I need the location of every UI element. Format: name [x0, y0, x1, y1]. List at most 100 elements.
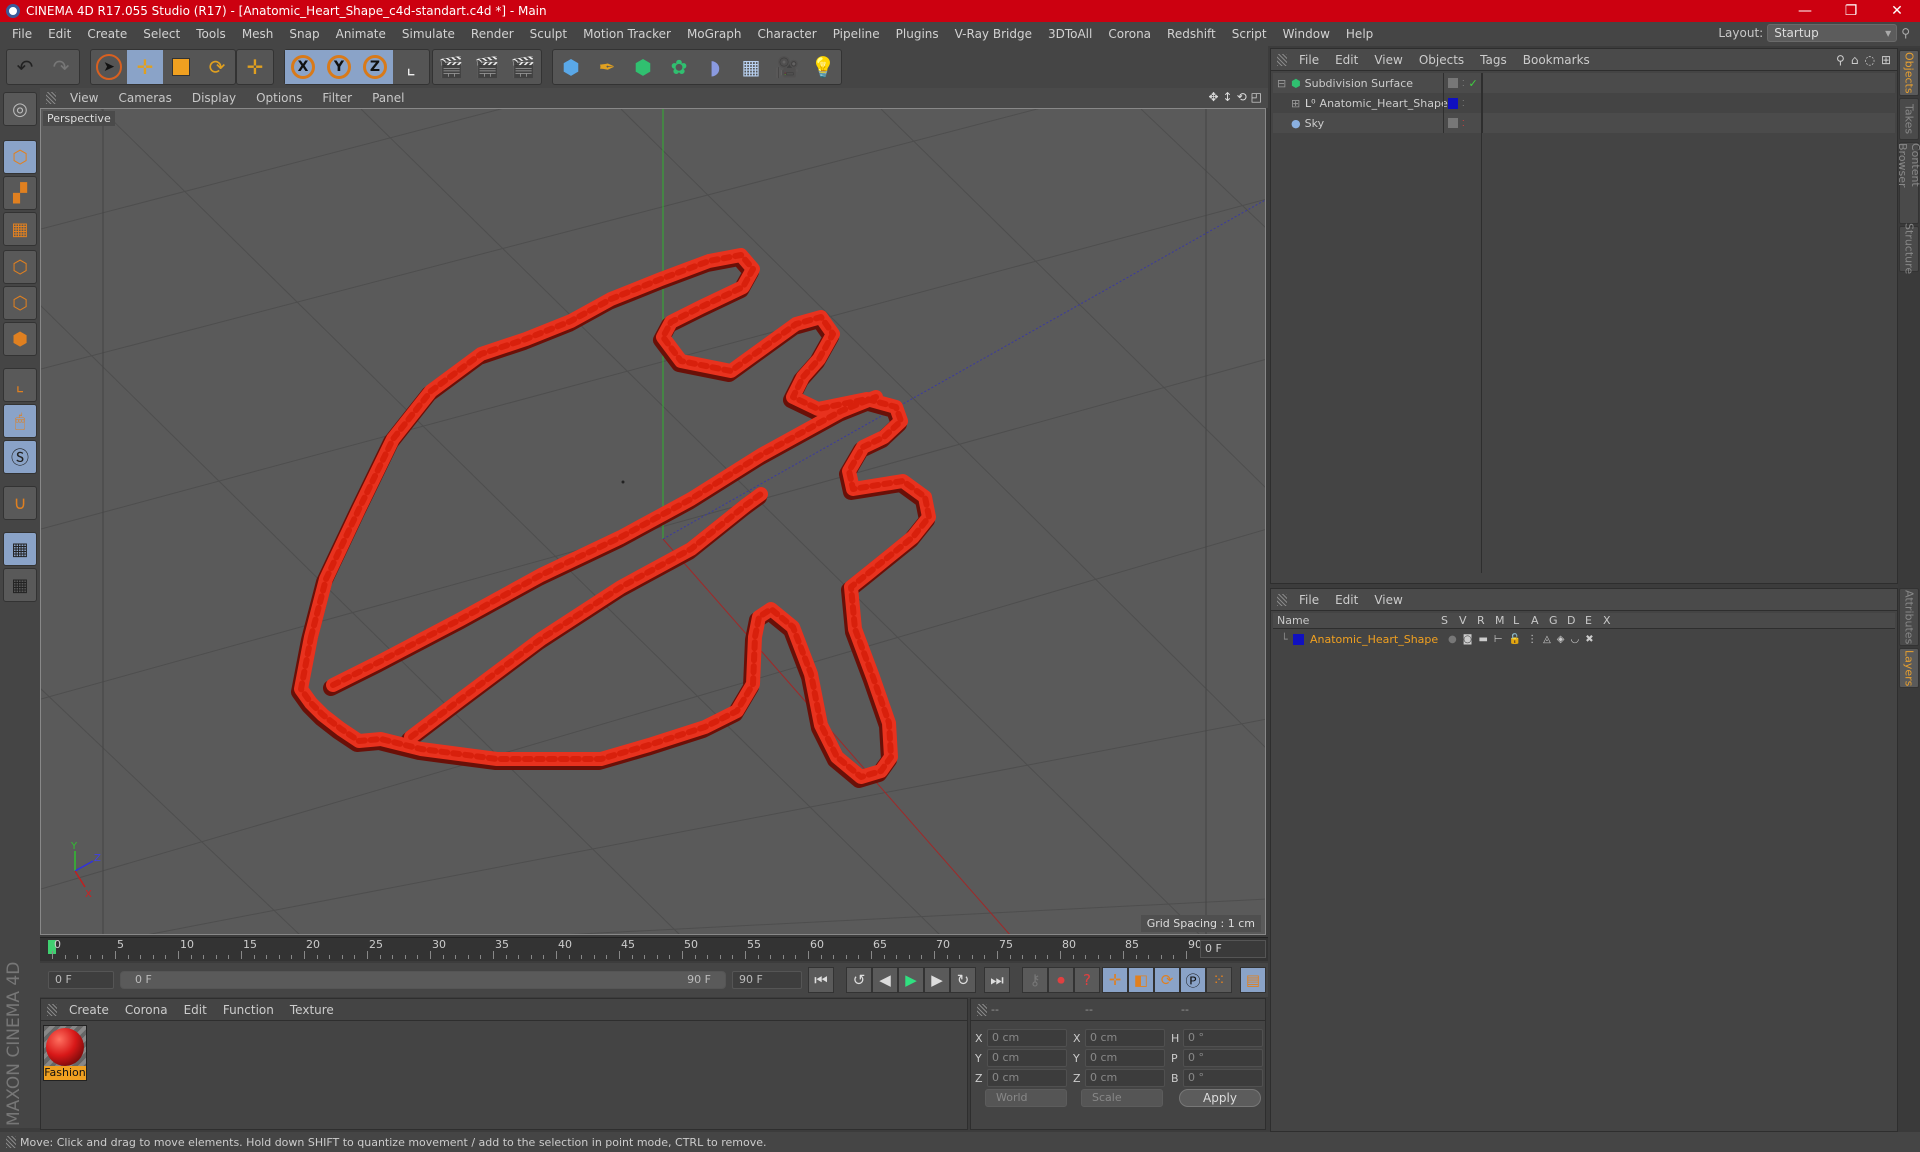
- anatomic-heart-shape[interactable]: [291, 248, 936, 788]
- column-expressions[interactable]: E: [1585, 614, 1603, 627]
- menu-select[interactable]: Select: [135, 27, 188, 41]
- pen-spline-icon[interactable]: ✒: [589, 50, 625, 84]
- position-z-field[interactable]: 0 cm: [987, 1069, 1067, 1087]
- auto-keying-icon[interactable]: ⏺: [1048, 967, 1074, 993]
- tab-layers[interactable]: Layers: [1899, 648, 1919, 688]
- view-icon[interactable]: ◙: [1463, 634, 1473, 645]
- menu-sculpt[interactable]: Sculpt: [522, 27, 575, 41]
- render-picture-viewer-icon[interactable]: 🎬: [469, 50, 505, 84]
- end-frame-field[interactable]: 90 F: [732, 971, 802, 989]
- tab-objects[interactable]: Objects: [1899, 50, 1919, 96]
- column-generators[interactable]: G: [1549, 614, 1567, 627]
- layout-dropdown[interactable]: Startup: [1767, 24, 1898, 42]
- collapse-icon[interactable]: ⊟: [1277, 77, 1291, 90]
- keyframe-selection-icon[interactable]: ?: [1074, 967, 1100, 993]
- objects-menu-tags[interactable]: Tags: [1472, 53, 1515, 67]
- apply-button[interactable]: Apply: [1179, 1089, 1261, 1107]
- timeline-ruler[interactable]: 0 5 10 15 20 25 30 35 40 45 50 55 60 65 70 75 80 85 90: [40, 937, 1268, 961]
- undo-icon[interactable]: ↶: [7, 50, 43, 84]
- position-x-field[interactable]: 0 cm: [987, 1029, 1067, 1047]
- world-coordinates-icon[interactable]: ⌞: [393, 50, 429, 84]
- cloner-array-icon[interactable]: ✿: [661, 50, 697, 84]
- layers-menu-file[interactable]: File: [1291, 593, 1327, 607]
- previous-keyframe-icon[interactable]: ↺: [846, 967, 872, 993]
- magnet-icon[interactable]: ∪: [3, 486, 37, 520]
- objects-menu-edit[interactable]: Edit: [1327, 53, 1366, 67]
- position-y-field[interactable]: 0 cm: [987, 1049, 1067, 1067]
- layers-menu-view[interactable]: View: [1366, 593, 1410, 607]
- make-editable-icon[interactable]: ◎: [3, 92, 37, 126]
- object-row[interactable]: ⊞ L⁰ Anatomic_Heart_Shape ⁚: [1273, 93, 1895, 113]
- tweak-mode-icon[interactable]: 🖱: [3, 404, 37, 438]
- objects-menu-objects[interactable]: Objects: [1411, 53, 1472, 67]
- menu-create[interactable]: Create: [79, 27, 135, 41]
- lock-icon[interactable]: 🔓: [1509, 634, 1521, 645]
- go-to-end-icon[interactable]: ⏭: [984, 967, 1010, 993]
- column-view[interactable]: V: [1459, 614, 1477, 627]
- tab-attributes[interactable]: Attributes: [1899, 588, 1919, 646]
- frame-range-slider[interactable]: 0 F 90 F: [120, 971, 726, 989]
- workplane-icon[interactable]: ▦: [3, 212, 37, 246]
- layer-name[interactable]: Anatomic_Heart_Shape: [1310, 633, 1448, 646]
- panel-grip[interactable]: [47, 1003, 57, 1016]
- menu-vray-bridge[interactable]: V-Ray Bridge: [947, 27, 1040, 41]
- render-view-icon[interactable]: 🎬: [433, 50, 469, 84]
- size-y-field[interactable]: 0 cm: [1085, 1049, 1165, 1067]
- menu-motion-tracker[interactable]: Motion Tracker: [575, 27, 679, 41]
- visibility-dots-icon[interactable]: ⁚: [1462, 79, 1465, 88]
- viewport-menu-view[interactable]: View: [60, 91, 108, 105]
- viewport-perspective[interactable]: Y Z X Perspective Grid Spacing : 1 cm: [40, 108, 1266, 935]
- expressions-icon[interactable]: ◡: [1570, 634, 1579, 645]
- scale-icon[interactable]: [163, 50, 199, 84]
- next-keyframe-icon[interactable]: ↻: [950, 967, 976, 993]
- next-frame-icon[interactable]: ▶: [924, 967, 950, 993]
- home-icon[interactable]: ⌂: [1851, 53, 1859, 67]
- objects-menu-bookmarks[interactable]: Bookmarks: [1515, 53, 1598, 67]
- y-axis-lock-button[interactable]: Y: [321, 50, 357, 84]
- previous-frame-icon[interactable]: ◀: [872, 967, 898, 993]
- menu-redshift[interactable]: Redshift: [1159, 27, 1224, 41]
- key-parameter-icon[interactable]: Ⓟ: [1180, 967, 1206, 993]
- column-xrefs[interactable]: X: [1603, 614, 1621, 627]
- menu-pipeline[interactable]: Pipeline: [825, 27, 888, 41]
- deformer-bend-icon[interactable]: ◗: [697, 50, 733, 84]
- menu-file[interactable]: File: [4, 27, 40, 41]
- enabled-check-icon[interactable]: ✓: [1469, 77, 1478, 90]
- edges-mode-icon[interactable]: ⬡: [3, 286, 37, 320]
- layers-menu-edit[interactable]: Edit: [1327, 593, 1366, 607]
- editor-visibility-icon[interactable]: [1448, 118, 1458, 128]
- manager-icon[interactable]: ⊢: [1494, 634, 1503, 645]
- play-icon[interactable]: ▶: [898, 967, 924, 993]
- column-deformers[interactable]: D: [1567, 614, 1585, 627]
- start-frame-field[interactable]: 0 F: [48, 971, 114, 989]
- menu-render[interactable]: Render: [463, 27, 522, 41]
- minimize-button[interactable]: —: [1782, 3, 1828, 19]
- cube-icon[interactable]: ⬢: [553, 50, 589, 84]
- workplane-lock-icon[interactable]: ▦: [3, 532, 37, 566]
- model-mode-icon[interactable]: ⬡: [3, 140, 37, 174]
- maximize-view-icon[interactable]: ◰: [1251, 90, 1262, 104]
- solo-icon[interactable]: ●: [1448, 634, 1457, 645]
- visibility-dots-icon[interactable]: ⁚: [1462, 99, 1465, 108]
- column-name[interactable]: Name: [1273, 614, 1441, 627]
- coordinate-mode-dropdown[interactable]: World: [985, 1089, 1067, 1107]
- tab-structure[interactable]: Structure: [1899, 223, 1919, 275]
- rotation-b-field[interactable]: 0 °: [1183, 1069, 1263, 1087]
- search-icon[interactable]: ⚲: [1901, 26, 1910, 40]
- menu-animate[interactable]: Animate: [328, 27, 394, 41]
- material-menu-texture[interactable]: Texture: [282, 1003, 342, 1017]
- go-to-start-icon[interactable]: ⏮: [808, 967, 834, 993]
- viewport-menu-cameras[interactable]: Cameras: [108, 91, 181, 105]
- points-mode-icon[interactable]: ⬡: [3, 250, 37, 284]
- viewport-menu-options[interactable]: Options: [246, 91, 312, 105]
- dolly-icon[interactable]: ↕: [1223, 90, 1233, 104]
- light-icon[interactable]: 💡: [805, 50, 841, 84]
- menu-3dtoall[interactable]: 3DToAll: [1040, 27, 1100, 41]
- locked-workplane-icon[interactable]: ▦: [3, 568, 37, 602]
- visibility-dots-icon[interactable]: ⁚: [1462, 119, 1465, 128]
- subdivision-surface-icon[interactable]: ⬢: [625, 50, 661, 84]
- object-row[interactable]: ● Sky ⁚: [1273, 113, 1895, 133]
- pan-icon[interactable]: ✥: [1208, 90, 1218, 104]
- menu-plugins[interactable]: Plugins: [888, 27, 947, 41]
- x-axis-lock-button[interactable]: X: [285, 50, 321, 84]
